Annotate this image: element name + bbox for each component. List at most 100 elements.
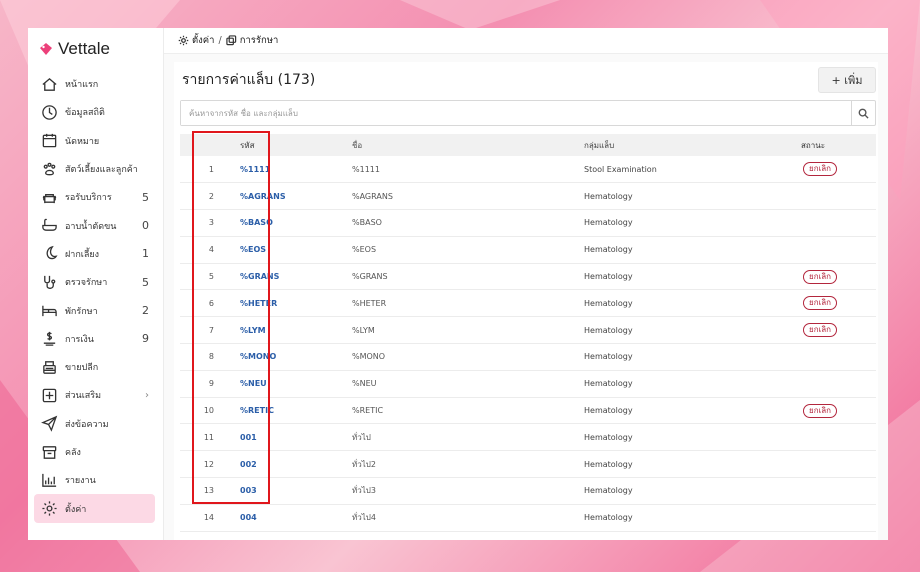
sidebar-item-label: คลัง — [65, 448, 81, 458]
code-link[interactable]: %NEU — [240, 379, 267, 388]
table-row[interactable]: 12 002 ทั่วไป2 Hematology — [180, 451, 876, 478]
status-badge: ยกเลิก — [803, 269, 838, 284]
breadcrumb-current: การรักษา — [239, 35, 279, 46]
table-row[interactable]: 4 %EOS %EOS Hematology — [180, 236, 876, 264]
header-group[interactable]: กลุ่มแล็บ — [583, 134, 783, 156]
code-link[interactable]: %MONO — [240, 352, 276, 361]
lab-table: รหัส ชื่อ กลุ่มแล็บ สถานะ 1 %1111 %1111 Sto… — [180, 134, 876, 532]
code-cell: %HETER — [236, 290, 351, 317]
group-cell: Hematology — [584, 325, 633, 335]
table-row[interactable]: 5 %GRANS %GRANS Hematology ยกเลิก — [180, 263, 876, 290]
sidebar-item[interactable]: หน้าแรก — [28, 70, 163, 98]
sofa-icon — [40, 188, 58, 206]
sidebar-item[interactable]: การเงิน 9 — [28, 325, 163, 353]
search-icon — [858, 108, 869, 119]
table-row[interactable]: 7 %LYM %LYM Hematology ยกเลิก — [180, 317, 876, 344]
group-cell: Hematology — [584, 432, 633, 442]
add-button[interactable]: + เพิ่ม — [818, 67, 876, 93]
search-button[interactable] — [851, 101, 875, 125]
code-cell: %GRANS — [236, 263, 351, 290]
page-title-text: รายการค่าแล็บ — [182, 72, 274, 88]
main-content: ตั้งค่า / การรักษา รายการค่าแล็บ (173) +… — [164, 28, 888, 540]
sidebar-item[interactable]: ตั้งค่า — [34, 494, 155, 523]
table-row[interactable]: 13 003 ทั่วไป3 Hematology — [180, 478, 876, 505]
table-row[interactable]: 10 %RETIC %RETIC Hematology ยกเลิก — [180, 397, 876, 424]
code-link[interactable]: %LYM — [240, 326, 266, 335]
status-badge: ยกเลิก — [803, 323, 838, 338]
archive-icon — [40, 443, 58, 461]
table-body: 1 %1111 %1111 Stool Examination ยกเลิก 2 %AGRA… — [180, 156, 876, 532]
sidebar-item[interactable]: ฝากเลี้ยง 1 — [28, 240, 163, 268]
status-badge: ยกเลิก — [803, 296, 838, 311]
sidebar-item[interactable]: รอรับบริการ 5 — [28, 183, 163, 211]
status-cell — [783, 210, 876, 237]
code-link[interactable]: %1111 — [240, 165, 270, 174]
code-link[interactable]: 002 — [240, 460, 257, 469]
search-input[interactable] — [181, 101, 851, 125]
status-cell — [783, 478, 876, 505]
code-link[interactable]: %GRANS — [240, 272, 279, 281]
group-cell: Hematology — [584, 272, 633, 282]
header-status[interactable]: สถานะ — [783, 134, 876, 156]
table-row[interactable]: 9 %NEU %NEU Hematology — [180, 370, 876, 398]
paw-icon — [40, 160, 58, 178]
sidebar-item-count: 1 — [142, 247, 149, 261]
code-link[interactable]: 001 — [240, 433, 257, 442]
name-cell: %LYM — [352, 325, 375, 335]
sidebar-item[interactable]: ตรวจรักษา 5 — [28, 268, 163, 296]
code-cell: %MONO — [236, 344, 351, 371]
sidebar-item-label: พักรักษา — [65, 306, 98, 317]
header-name[interactable]: ชื่อ — [351, 134, 583, 156]
header-code[interactable]: รหัส — [236, 134, 351, 156]
copy-icon — [226, 35, 236, 46]
name-cell: %HETER — [352, 298, 387, 308]
code-cell: 003 — [236, 478, 351, 505]
row-index: 9 — [208, 379, 214, 389]
sidebar-item-label: อาบน้ำตัดขน — [65, 221, 117, 232]
code-link[interactable]: %BASO — [240, 218, 273, 227]
sidebar-item[interactable]: รายงาน — [28, 466, 163, 494]
status-cell: ยกเลิก — [783, 263, 876, 290]
sidebar-item[interactable]: ขายปลีก — [28, 353, 163, 381]
search-bar — [180, 100, 876, 126]
chevron-right-icon: › — [145, 389, 149, 401]
breadcrumb-root[interactable]: ตั้งค่า — [192, 33, 215, 48]
code-link[interactable]: %EOS — [240, 245, 266, 254]
table-row[interactable]: 2 %AGRANS %AGRANS Hematology — [180, 183, 876, 210]
name-cell: %1111 — [352, 164, 380, 174]
table-row[interactable]: 6 %HETER %HETER Hematology ยกเลิก — [180, 290, 876, 317]
code-link[interactable]: %AGRANS — [240, 192, 286, 201]
sidebar-item[interactable]: อาบน้ำตัดขน 0 — [28, 211, 163, 239]
brand-name: Vettale — [58, 39, 110, 58]
row-index: 4 — [208, 245, 214, 255]
code-cell: 004 — [236, 504, 351, 531]
name-cell: %RETIC — [352, 406, 384, 416]
sidebar-item[interactable]: ส่งข้อความ — [28, 410, 163, 438]
row-index: 11 — [203, 432, 214, 442]
row-index: 6 — [208, 298, 214, 308]
sidebar-item[interactable]: ส่วนเสริม › — [28, 381, 163, 409]
status-badge: ยกเลิก — [803, 403, 838, 418]
brand[interactable]: Vettale — [28, 28, 163, 70]
table-row[interactable]: 11 001 ทั่วไป Hematology — [180, 424, 876, 451]
sidebar-item[interactable]: สัตว์เลี้ยงและลูกค้า — [28, 155, 163, 183]
table-row[interactable]: 8 %MONO %MONO Hematology — [180, 344, 876, 371]
table-header-row: รหัส ชื่อ กลุ่มแล็บ สถานะ — [180, 134, 876, 156]
code-link[interactable]: %RETIC — [240, 406, 274, 415]
sidebar: Vettale หน้าแรก ข้อมูลสถิติ นัดหมาย สัตว์เล… — [28, 28, 164, 540]
table-row[interactable]: 3 %BASO %BASO Hematology — [180, 210, 876, 237]
sidebar-item[interactable]: พักรักษา 2 — [28, 296, 163, 324]
sidebar-item[interactable]: คลัง — [28, 438, 163, 466]
name-cell: %NEU — [352, 379, 377, 389]
sidebar-item[interactable]: นัดหมาย — [28, 127, 163, 155]
code-link[interactable]: 003 — [240, 486, 257, 495]
sidebar-item[interactable]: ข้อมูลสถิติ — [28, 98, 163, 126]
code-link[interactable]: 004 — [240, 513, 257, 522]
table-row[interactable]: 14 004 ทั่วไป4 Hematology — [180, 504, 876, 532]
status-cell — [783, 370, 876, 397]
sidebar-nav: หน้าแรก ข้อมูลสถิติ นัดหมาย สัตว์เลี้ยงและล… — [28, 70, 163, 523]
table-row[interactable]: 1 %1111 %1111 Stool Examination ยกเลิก — [180, 156, 876, 183]
group-cell: Hematology — [584, 191, 633, 201]
code-link[interactable]: %HETER — [240, 299, 277, 308]
name-cell: %EOS — [352, 245, 377, 255]
